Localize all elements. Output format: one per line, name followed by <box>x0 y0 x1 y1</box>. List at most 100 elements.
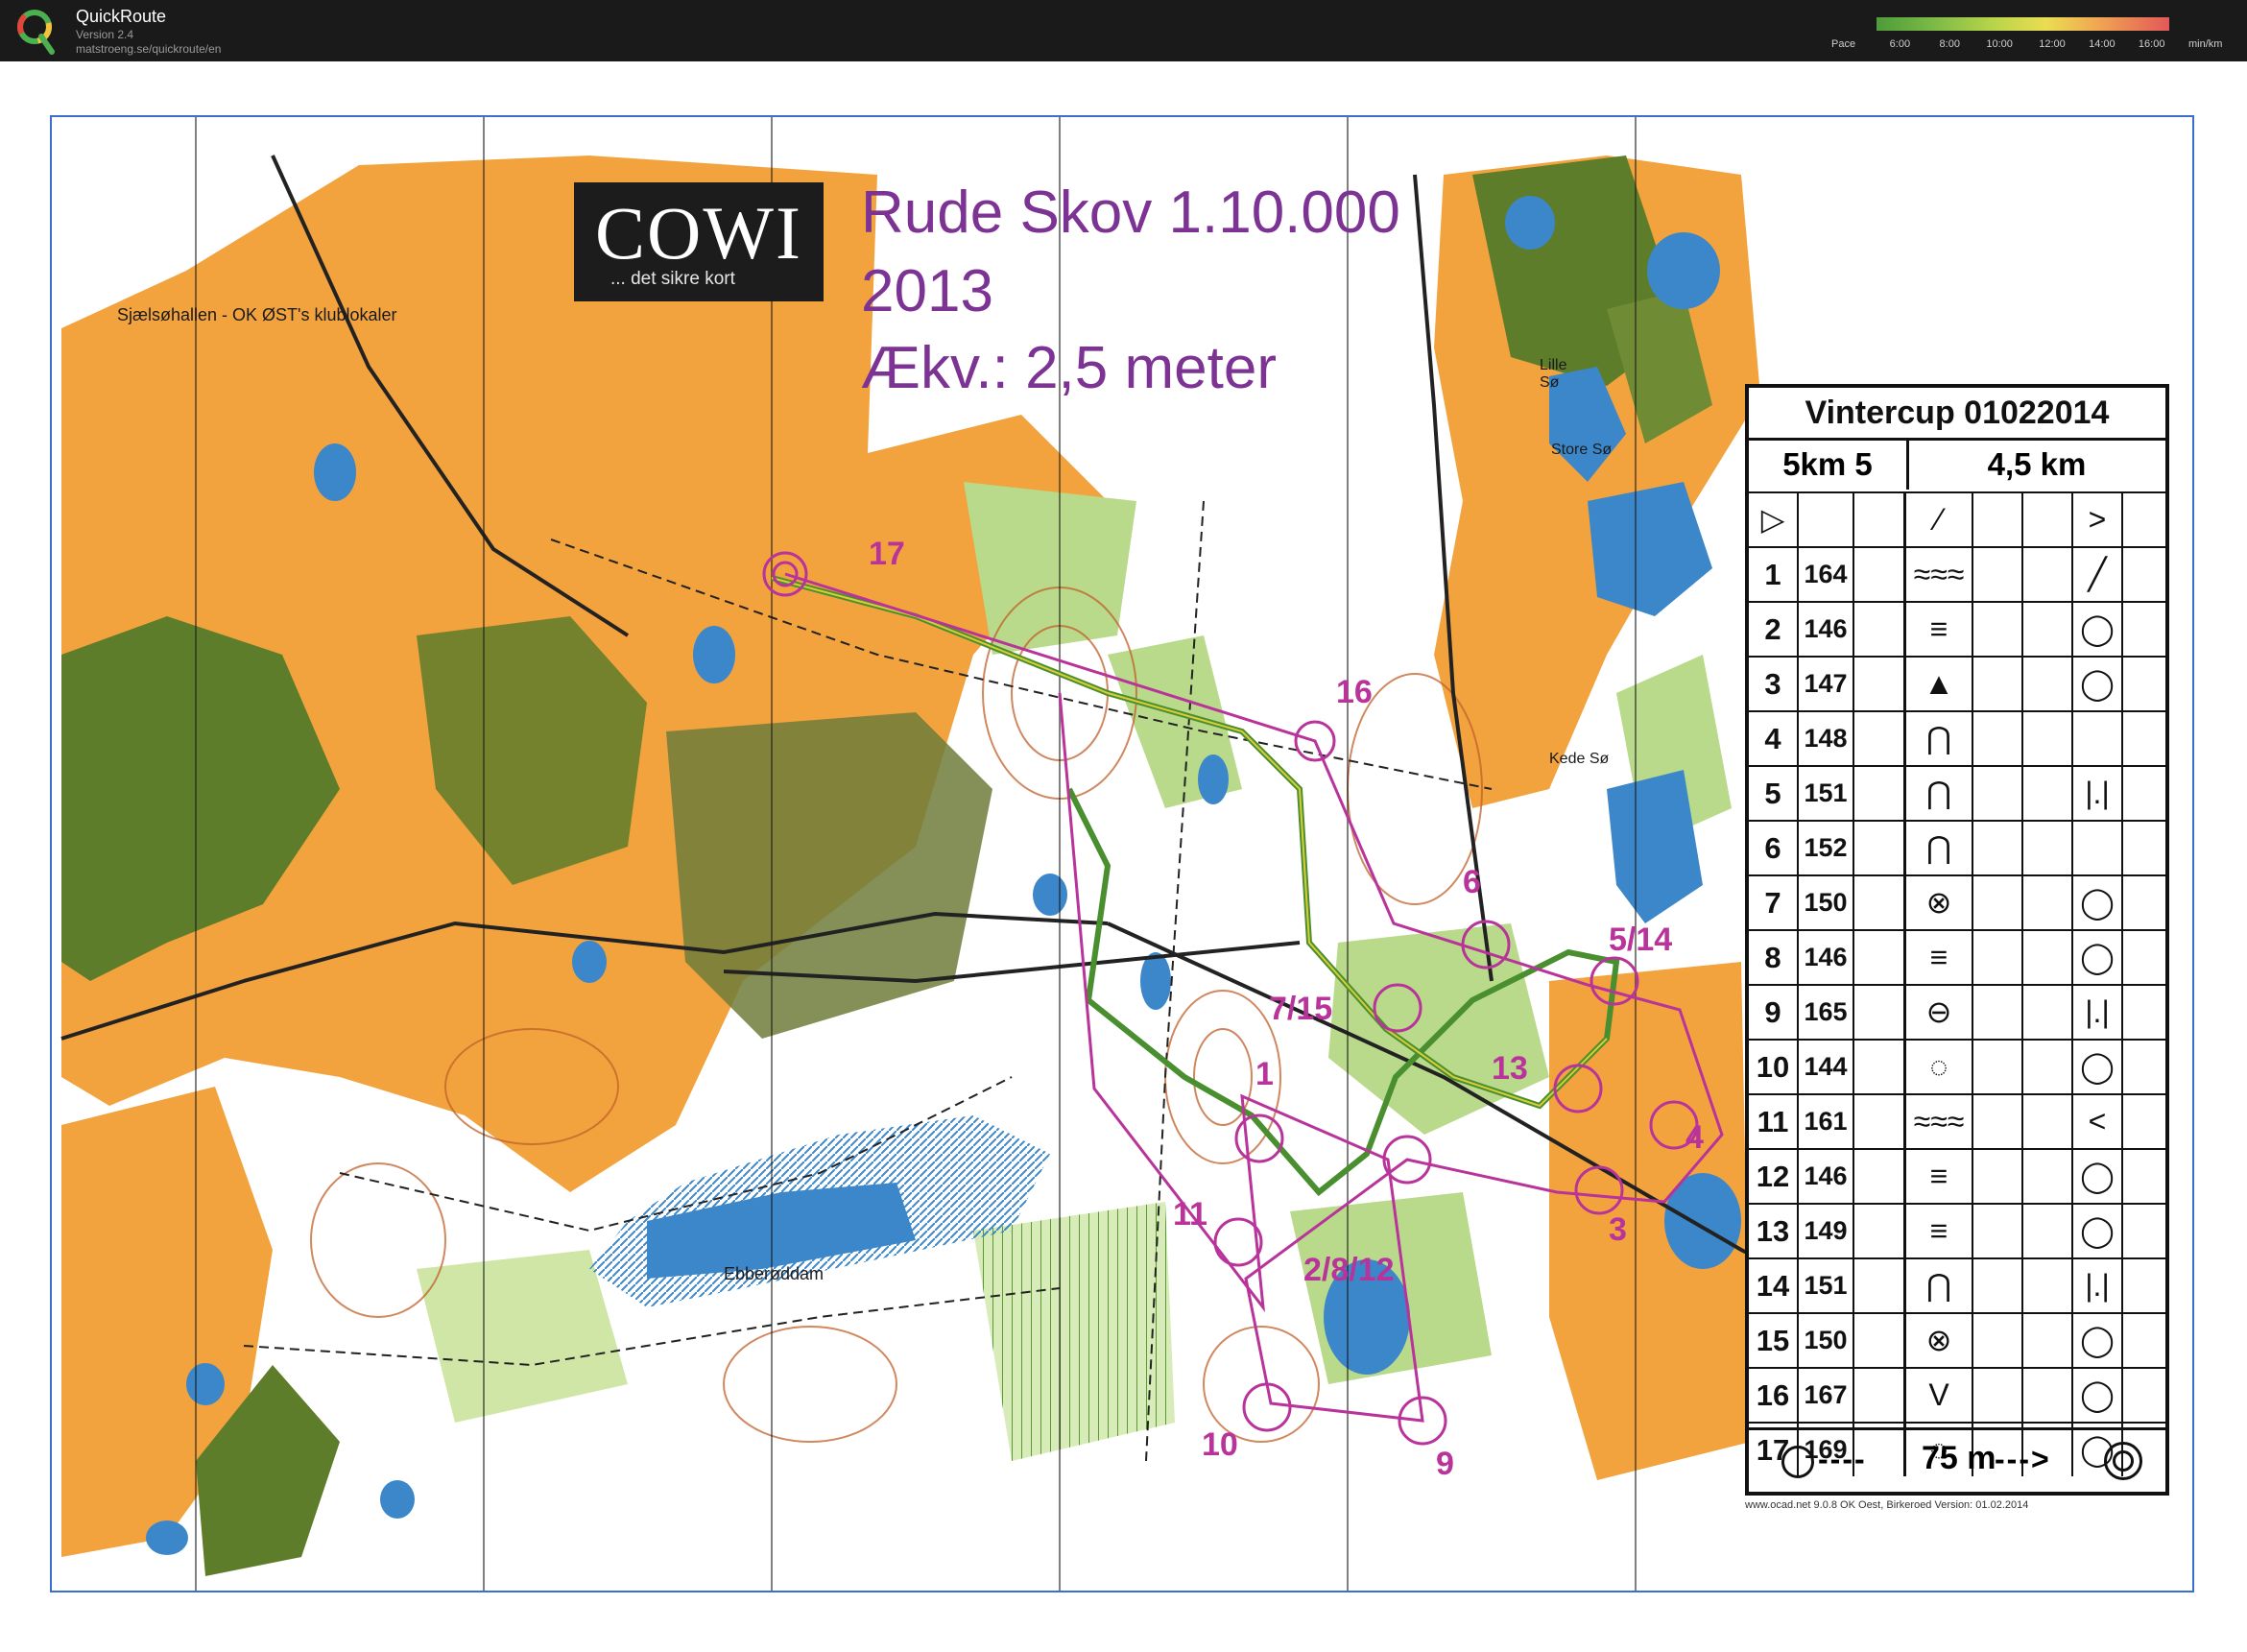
lake <box>1647 232 1720 309</box>
empty-cell <box>1973 1314 2023 1367</box>
lake <box>186 1363 225 1405</box>
empty-cell <box>1854 1205 1906 1257</box>
feature-symbol-icon: ⋂ <box>1906 822 1973 874</box>
control-number-cell: 13 <box>1749 1205 1799 1257</box>
empty-cell <box>2023 1041 2073 1093</box>
feature-symbol-icon: ⋂ <box>1906 712 1973 765</box>
cowi-tagline: ... det sikre kort <box>610 269 735 289</box>
pace-tick: 14:00 <box>2089 38 2116 50</box>
start-triangle-icon: ▷ <box>1749 493 1799 546</box>
empty-cell <box>1854 658 1906 710</box>
lake <box>1505 196 1555 250</box>
empty-cell <box>1854 1314 1906 1367</box>
position-symbol-icon: ◯ <box>2073 1369 2123 1422</box>
feature-symbol-icon: ≡ <box>1906 603 1973 656</box>
control-code-cell: 167 <box>1799 1369 1854 1422</box>
app-url[interactable]: matstroeng.se/quickroute/en <box>76 42 221 56</box>
empty-cell <box>1854 767 1906 820</box>
empty-cell <box>1973 548 2023 601</box>
empty-cell <box>2023 548 2073 601</box>
empty-cell <box>2023 658 2073 710</box>
control-number-cell: 15 <box>1749 1314 1799 1367</box>
control-number-cell: 10 <box>1749 1041 1799 1093</box>
lake <box>1140 952 1171 1010</box>
finish-double-circle-icon <box>2104 1442 2142 1480</box>
description-row: 3 147 ▲ ◯ <box>1749 656 2165 710</box>
empty-cell <box>2023 767 2073 820</box>
position-symbol-icon: |.| <box>2073 986 2123 1039</box>
description-row: 11 161 ≈≈≈ < <box>1749 1093 2165 1148</box>
control-code-cell: 150 <box>1799 1314 1854 1367</box>
control-number-cell: 16 <box>1749 1369 1799 1422</box>
description-row: 2 146 ≡ ◯ <box>1749 601 2165 656</box>
control-code-cell: 147 <box>1799 658 1854 710</box>
description-row: 9 165 ⊖ |.| <box>1749 984 2165 1039</box>
control-code-cell: 150 <box>1799 876 1854 929</box>
pace-unit: min/km <box>2188 38 2223 50</box>
position-symbol-icon <box>2073 822 2123 874</box>
empty-cell <box>2023 1369 2073 1422</box>
lake <box>380 1480 415 1519</box>
control-code-cell: 165 <box>1799 986 1854 1039</box>
position-symbol-icon: ╱ <box>2073 548 2123 601</box>
empty-cell <box>1854 712 1906 765</box>
feature-symbol-icon: ⊗ <box>1906 1314 1973 1367</box>
description-row: 6 152 ⋂ <box>1749 820 2165 874</box>
lake <box>314 443 356 501</box>
empty-cell <box>1973 1259 2023 1312</box>
control-number-cell: 7 <box>1749 876 1799 929</box>
empty-cell <box>1973 658 2023 710</box>
empty-cell <box>1973 986 2023 1039</box>
control-number: 10 <box>1202 1426 1238 1463</box>
empty-cell <box>1973 931 2023 984</box>
direction-icon: > <box>2073 493 2123 546</box>
empty-cell <box>2023 1259 2073 1312</box>
empty-cell <box>2023 822 2073 874</box>
feature-symbol-icon: ≡ <box>1906 1150 1973 1203</box>
control-description-sheet: Vintercup 01022014 5km 5 4,5 km ▷ ⁄ > 11… <box>1745 384 2169 1496</box>
feature-symbol-icon: ▲ <box>1906 658 1973 710</box>
empty-cell <box>2023 876 2073 929</box>
pace-tick: 10:00 <box>1986 38 2013 50</box>
empty-cell <box>2123 931 2165 984</box>
empty-cell <box>2123 548 2165 601</box>
feature-symbol-icon: ⋂ <box>1906 767 1973 820</box>
empty-cell <box>1854 1150 1906 1203</box>
empty-cell <box>1854 1369 1906 1422</box>
control-number: 17 <box>869 536 905 572</box>
pace-tick: 6:00 <box>1889 38 1911 50</box>
lille-so-label: Lille Sø <box>1540 357 1567 391</box>
feature-symbol-icon: ⊗ <box>1906 876 1973 929</box>
description-row: 15 150 ⊗ ◯ <box>1749 1312 2165 1367</box>
control-code-cell: 146 <box>1799 931 1854 984</box>
empty-cell <box>1854 1041 1906 1093</box>
control-code-cell: 151 <box>1799 767 1854 820</box>
control-number: 3 <box>1609 1211 1627 1248</box>
position-symbol-icon: ◯ <box>2073 603 2123 656</box>
app-title-bar: QuickRoute Version 2.4 matstroeng.se/qui… <box>0 0 2247 61</box>
description-row: 12 146 ≡ ◯ <box>1749 1148 2165 1203</box>
empty-cell <box>1973 876 2023 929</box>
course-length: 4,5 km <box>1987 446 2087 482</box>
finish-arrow: ---> <box>1995 1442 2051 1476</box>
position-symbol-icon: < <box>2073 1095 2123 1148</box>
position-symbol-icon: ◯ <box>2073 1205 2123 1257</box>
app-version: Version 2.4 <box>76 28 134 41</box>
empty-cell <box>1854 931 1906 984</box>
description-row: 4 148 ⋂ <box>1749 710 2165 765</box>
clubhouse-label: Sjælsøhallen - OK ØST's klublokaler <box>117 305 397 325</box>
control-number: 9 <box>1436 1446 1454 1482</box>
kede-so-label: Kede Sø <box>1549 751 1610 767</box>
control-number-cell: 8 <box>1749 931 1799 984</box>
control-code-cell: 148 <box>1799 712 1854 765</box>
control-number-cell: 11 <box>1749 1095 1799 1148</box>
map-contour-interval: Ækv.: 2,5 meter <box>861 335 1277 401</box>
position-symbol-icon: |.| <box>2073 767 2123 820</box>
control-number: 6 <box>1463 864 1481 900</box>
map-year: 2013 <box>861 258 993 324</box>
vegetation-area <box>964 482 1136 655</box>
position-symbol-icon: ◯ <box>2073 658 2123 710</box>
description-row: 10 144 ◌ ◯ <box>1749 1039 2165 1093</box>
pace-tick: 16:00 <box>2138 38 2165 50</box>
empty-cell <box>1973 822 2023 874</box>
